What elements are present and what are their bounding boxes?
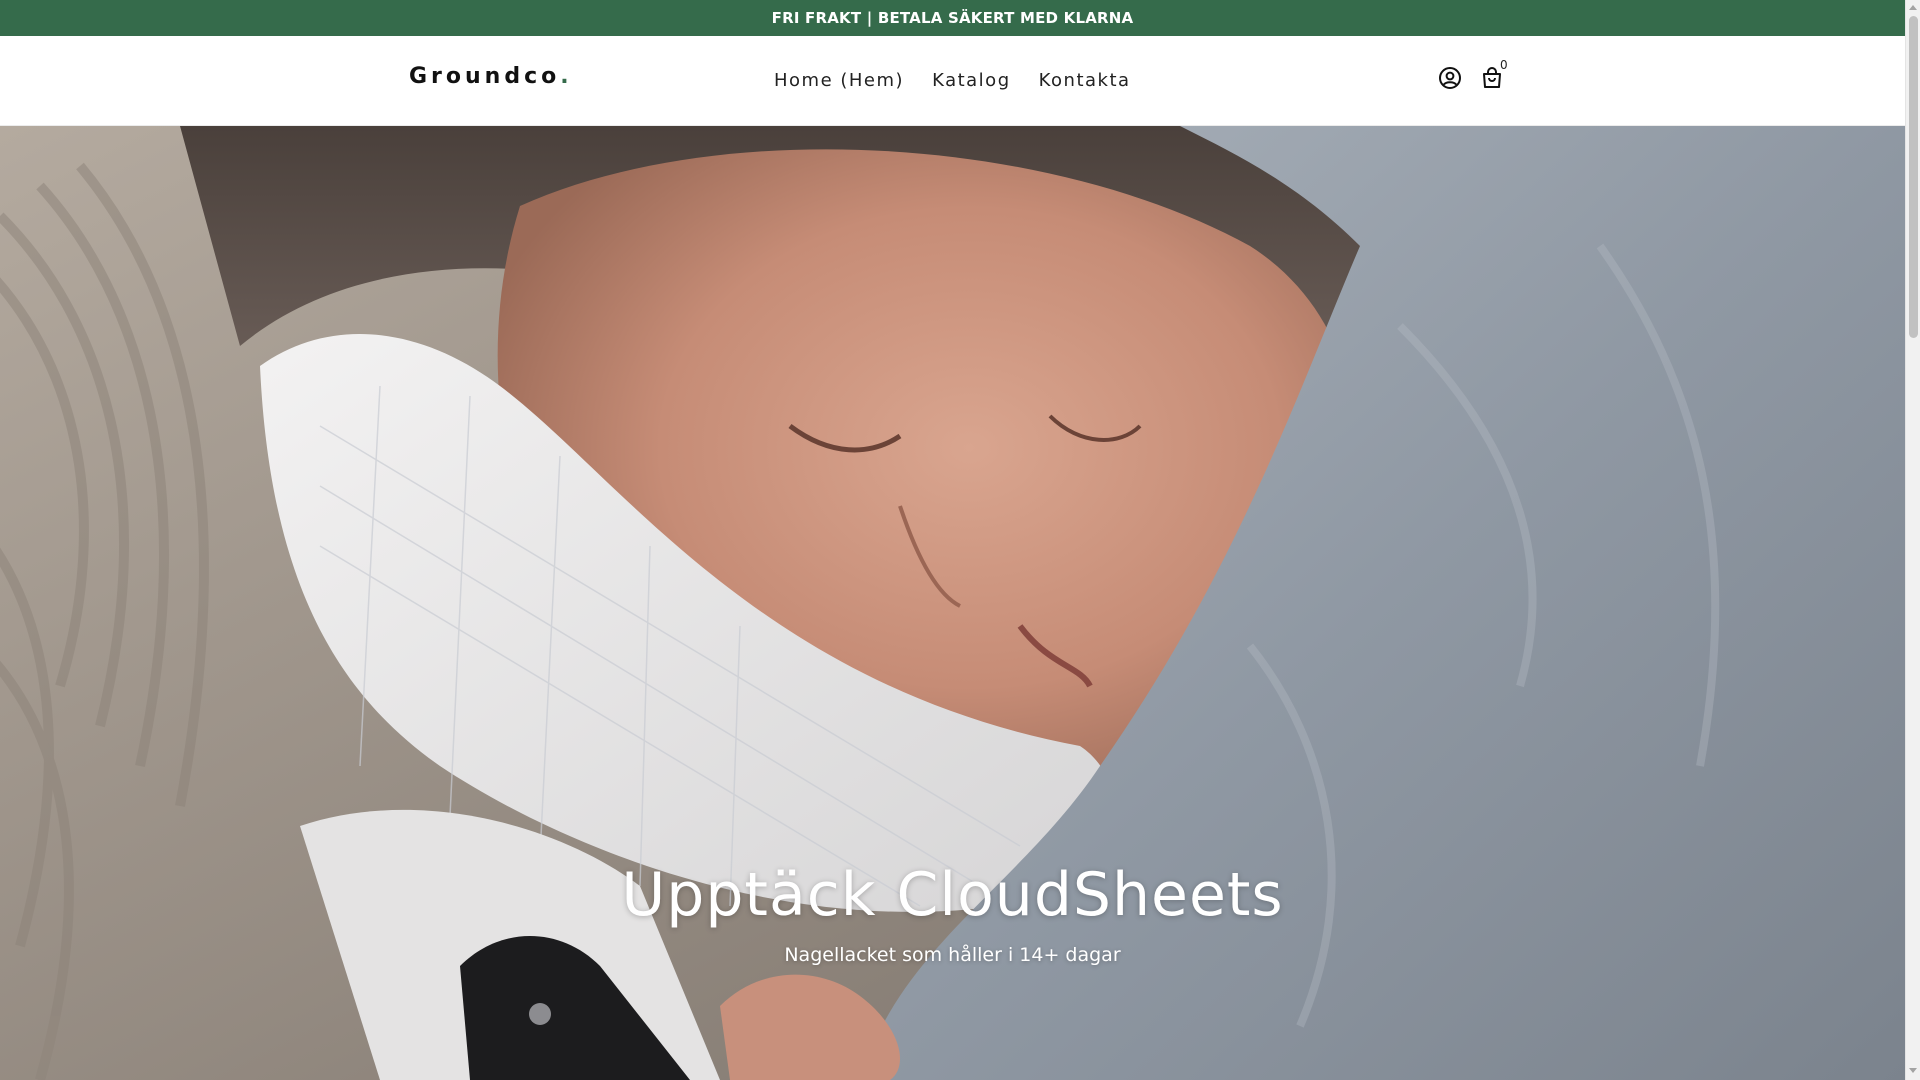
site-header: Groundco. Home (Hem) Katalog Kontakta 0	[0, 36, 1905, 126]
announcement-bar: FRI FRAKT | BETALA SÄKERT MED KLARNA	[0, 0, 1905, 36]
logo-dot: .	[560, 64, 569, 89]
scroll-thumb[interactable]	[1909, 16, 1918, 338]
page: FRI FRAKT | BETALA SÄKERT MED KLARNA Gro…	[0, 0, 1905, 1080]
nav-link-home[interactable]: Home (Hem)	[770, 68, 908, 93]
hero-title: Upptäck CloudSheets	[621, 860, 1284, 930]
account-icon	[1439, 67, 1461, 89]
hero-subtitle: Nagellacket som håller i 14+ dagar	[784, 944, 1121, 966]
hero-image	[0, 126, 1905, 1080]
scroll-up-arrow-icon[interactable]	[1909, 5, 1917, 10]
main-nav: Home (Hem) Katalog Kontakta	[770, 68, 1135, 93]
account-button[interactable]	[1436, 64, 1464, 92]
hero-banner: Upptäck CloudSheets Nagellacket som håll…	[0, 126, 1905, 1080]
scroll-down-arrow-icon[interactable]	[1909, 1068, 1917, 1073]
nav-link-contact[interactable]: Kontakta	[1035, 68, 1135, 93]
nav-link-catalog[interactable]: Katalog	[928, 68, 1015, 93]
header-icons	[1436, 64, 1506, 92]
announcement-text: FRI FRAKT | BETALA SÄKERT MED KLARNA	[771, 9, 1134, 27]
cart-count-badge: 0	[1500, 58, 1508, 72]
page-scrollbar[interactable]	[1905, 0, 1920, 1080]
logo-link[interactable]: Groundco.	[409, 64, 569, 89]
logo-text: Groundco	[409, 64, 561, 89]
